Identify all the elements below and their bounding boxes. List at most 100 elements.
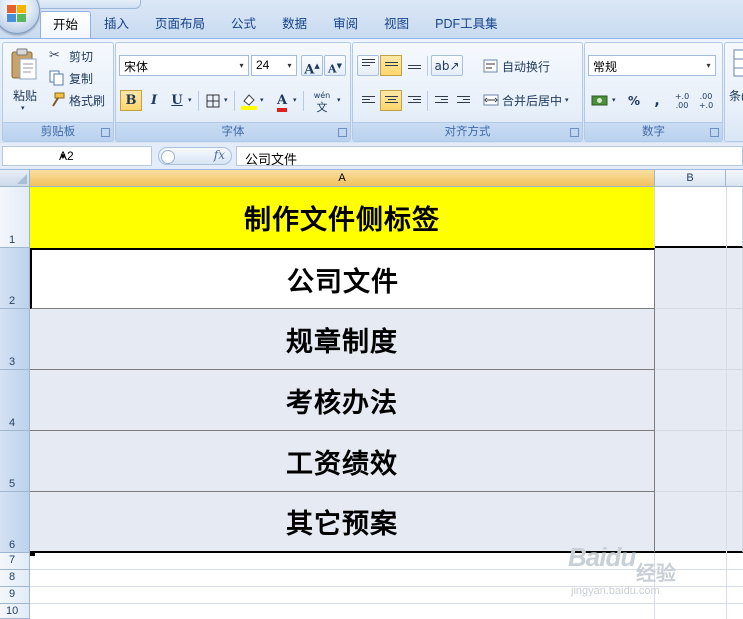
tab-page-layout[interactable]: 页面布局	[142, 11, 218, 37]
formula-bar: A2 ▼ fx 公司文件	[0, 143, 743, 170]
cell-b3[interactable]	[655, 309, 743, 370]
column-header-b[interactable]: B	[655, 170, 726, 187]
align-center-button[interactable]	[380, 90, 402, 111]
copy-icon	[49, 70, 65, 86]
cell-a3[interactable]: 规章制度	[30, 309, 655, 370]
font-color-icon: A	[276, 94, 288, 112]
grow-font-button[interactable]: A▲	[301, 55, 323, 77]
decrease-indent-button[interactable]	[430, 90, 452, 111]
tab-review[interactable]: 审阅	[320, 11, 371, 37]
borders-button[interactable]	[202, 90, 224, 111]
underline-dropdown-icon[interactable]: ▾	[188, 96, 192, 104]
tab-formulas[interactable]: 公式	[218, 11, 269, 37]
align-middle-button[interactable]	[380, 55, 402, 76]
row-number: 6	[9, 539, 16, 551]
tab-home[interactable]: 开始	[40, 11, 92, 39]
merge-dropdown-icon[interactable]: ▾	[565, 96, 569, 104]
font-name-select[interactable]: 宋体 ▾	[119, 55, 249, 76]
row-header-5[interactable]: 5	[0, 431, 30, 492]
chevron-down-icon[interactable]: ▼	[59, 152, 148, 161]
font-size-select[interactable]: 24 ▾	[251, 55, 297, 76]
row-header-1[interactable]: 1	[0, 187, 30, 248]
row-header-7[interactable]: 7	[0, 553, 30, 570]
select-all-button[interactable]	[0, 170, 30, 187]
cell-b4[interactable]	[655, 370, 743, 431]
tab-pdf-tools[interactable]: PDF工具集	[422, 11, 511, 37]
align-left-button[interactable]	[357, 90, 379, 111]
phonetic-button[interactable]: wén 文	[308, 89, 336, 114]
quick-access-toolbar[interactable]	[40, 0, 141, 9]
row-header-4[interactable]: 4	[0, 370, 30, 431]
increase-indent-button[interactable]	[452, 90, 474, 111]
row-header-9[interactable]: 9	[0, 587, 30, 604]
wrap-text-icon	[483, 58, 499, 74]
accounting-format-button[interactable]	[589, 90, 611, 111]
clipboard-launcher-icon[interactable]	[101, 128, 110, 137]
alignment-group-label: 对齐方式	[353, 122, 582, 141]
separator	[427, 91, 428, 111]
wrap-text-button[interactable]: 自动换行	[483, 56, 550, 76]
number-group-label: 数字	[585, 122, 722, 141]
column-header-a[interactable]: A	[30, 170, 655, 187]
paste-icon	[11, 48, 37, 80]
row-header-8[interactable]: 8	[0, 570, 30, 587]
cell-a2[interactable]: 公司文件	[30, 248, 655, 309]
tab-data[interactable]: 数据	[269, 11, 320, 37]
align-top-button[interactable]	[357, 55, 379, 76]
cell-b1[interactable]	[655, 187, 743, 248]
cell-a6[interactable]: 其它预案	[30, 492, 655, 553]
alignment-launcher-icon[interactable]	[570, 128, 579, 137]
office-button[interactable]	[0, 0, 40, 34]
row-number: 10	[6, 605, 19, 617]
tab-insert[interactable]: 插入	[91, 11, 142, 37]
shrink-font-button[interactable]: A▼	[324, 55, 346, 76]
cell-a4[interactable]: 考核办法	[30, 370, 655, 431]
borders-dropdown-icon[interactable]: ▾	[224, 96, 228, 104]
cell-b5[interactable]	[655, 431, 743, 492]
tab-view[interactable]: 视图	[371, 11, 422, 37]
formula-input[interactable]: 公司文件	[236, 146, 743, 167]
font-color-dropdown-icon[interactable]: ▾	[293, 96, 297, 104]
font-color-button[interactable]: A	[271, 90, 293, 112]
cell-a5[interactable]: 工资绩效	[30, 431, 655, 492]
row-header-3[interactable]: 3	[0, 309, 30, 370]
conditional-format-label[interactable]: 条(	[729, 87, 743, 104]
fill-color-dropdown-icon[interactable]: ▾	[260, 96, 264, 104]
fill-color-button[interactable]	[238, 90, 260, 111]
resize-knob-icon[interactable]	[161, 150, 175, 164]
accounting-dropdown-icon[interactable]: ▾	[612, 96, 616, 104]
increase-decimal-button[interactable]: +.0 .00	[671, 90, 693, 111]
row-header-10[interactable]: 10	[0, 604, 30, 619]
number-launcher-icon[interactable]	[710, 128, 719, 137]
cell-a1[interactable]: 制作文件侧标签	[30, 187, 655, 248]
bold-button[interactable]: B	[120, 90, 142, 111]
chevron-down-icon: ▾	[287, 61, 292, 70]
italic-button[interactable]: I	[143, 90, 165, 111]
comma-style-button[interactable]: ,	[646, 90, 668, 111]
percent-button[interactable]: %	[623, 90, 645, 111]
underline-button[interactable]: U	[166, 90, 188, 111]
name-box[interactable]: A2 ▼	[2, 146, 152, 166]
watermark-url: jingyan.baidu.com	[571, 585, 660, 597]
paste-button[interactable]: 粘贴 ▾	[7, 46, 41, 118]
format-painter-button[interactable]: 格式刷	[49, 90, 105, 110]
merge-center-button[interactable]: 合并后居中 ▾	[483, 90, 569, 110]
orientation-button[interactable]: ab↗	[431, 55, 463, 76]
cut-button[interactable]: ✂ 剪切	[49, 46, 93, 66]
font-name-value: 宋体	[124, 60, 149, 74]
phonetic-dropdown-icon[interactable]: ▾	[337, 96, 341, 104]
cell-b2[interactable]	[655, 248, 743, 309]
font-launcher-icon[interactable]	[338, 128, 347, 137]
align-right-button[interactable]	[403, 90, 425, 111]
column-header-c[interactable]	[726, 170, 743, 187]
row-header-6[interactable]: 6	[0, 492, 30, 553]
text-orientation-icon: ab↗	[434, 59, 460, 73]
copy-button[interactable]: 复制	[49, 68, 93, 88]
formula-content: 公司文件	[245, 152, 298, 167]
row-header-2[interactable]: 2	[0, 248, 30, 309]
insert-function-button[interactable]: fx	[214, 148, 225, 162]
decrease-decimal-button[interactable]: .00 +.0	[695, 90, 717, 111]
fill-handle[interactable]	[30, 551, 35, 556]
align-bottom-button[interactable]	[403, 55, 425, 76]
number-format-select[interactable]: 常规 ▾	[588, 55, 716, 76]
